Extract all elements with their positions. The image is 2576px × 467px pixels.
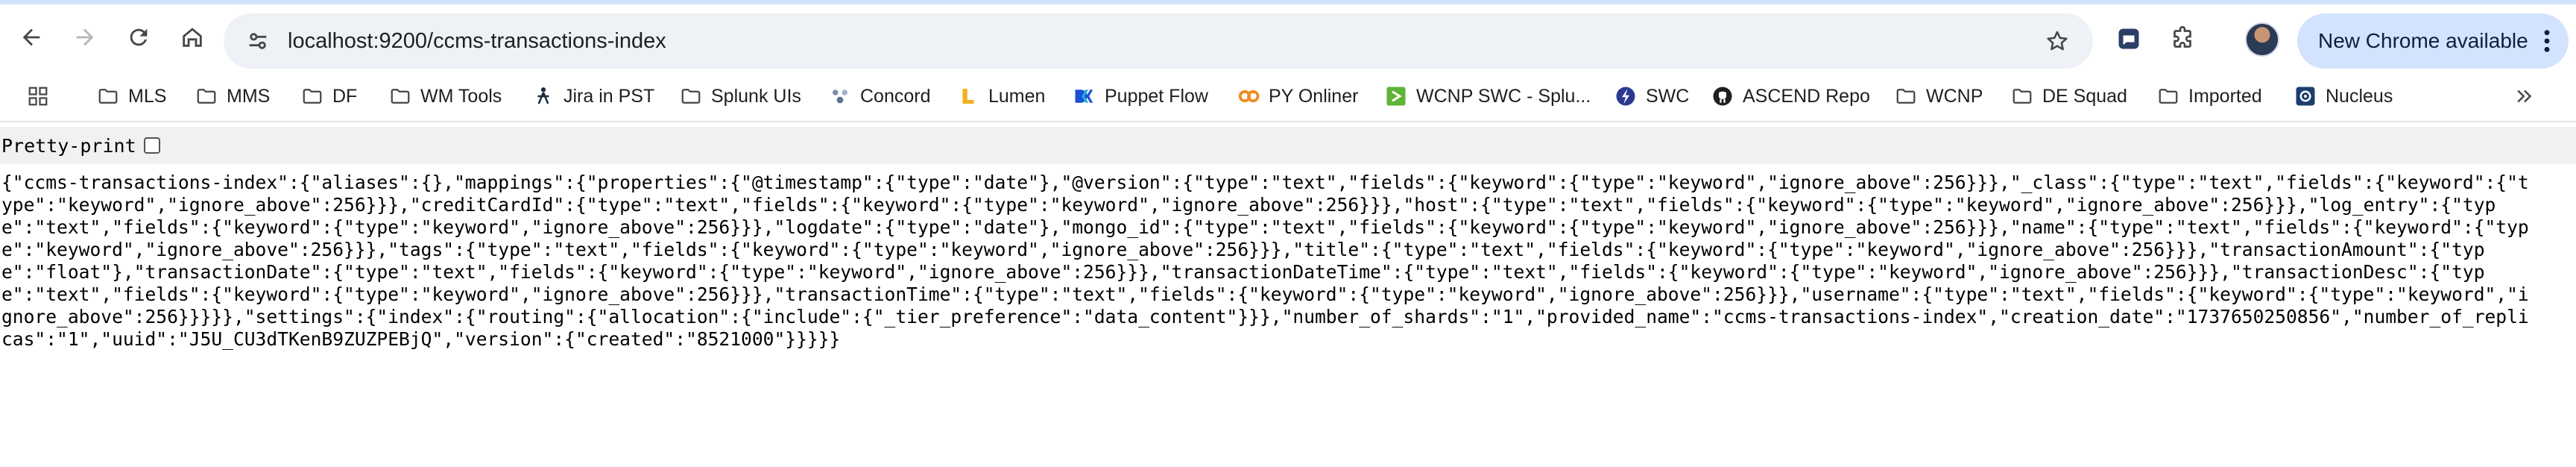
tune-icon bbox=[249, 33, 267, 49]
bookmark-item[interactable]: DF bbox=[301, 78, 357, 115]
pretty-print-bar: Pretty-print bbox=[0, 127, 2576, 164]
folder-icon bbox=[2011, 85, 2033, 107]
apps-grid-icon bbox=[27, 85, 49, 107]
reload-button[interactable] bbox=[118, 16, 160, 58]
folder-icon bbox=[97, 85, 119, 107]
co-icon bbox=[1237, 85, 1260, 107]
bookmark-item[interactable]: Puppet Flow bbox=[1073, 78, 1208, 115]
site-info-button[interactable] bbox=[239, 22, 277, 60]
bookmark-label: Concord bbox=[860, 85, 931, 107]
lumen-icon bbox=[957, 85, 979, 107]
extensions-menu-button[interactable] bbox=[2162, 18, 2203, 60]
jira-icon bbox=[532, 85, 555, 107]
bookmark-item[interactable]: PY Onliner bbox=[1237, 78, 1358, 115]
bookmark-label: SWC bbox=[1646, 85, 1690, 107]
bookmark-label: Jira in PST bbox=[564, 85, 655, 107]
bookmark-item[interactable]: SWC bbox=[1614, 78, 1689, 115]
double-chevron-right-icon bbox=[2517, 90, 2532, 103]
bookmark-label: Lumen bbox=[988, 85, 1046, 107]
bookmark-item[interactable]: WCNP SWC - Splu... bbox=[1385, 78, 1591, 115]
bookmark-label: WM Tools bbox=[420, 85, 502, 107]
bookmark-item[interactable]: Nucleus bbox=[2294, 78, 2393, 115]
bookmark-label: PY Onliner bbox=[1269, 85, 1359, 107]
back-arrow-icon bbox=[22, 28, 40, 46]
bookmark-item[interactable]: Imported bbox=[2157, 78, 2262, 115]
folder-icon bbox=[195, 85, 218, 107]
folder-icon bbox=[2157, 85, 2179, 107]
bookmark-label: WCNP bbox=[1926, 85, 1983, 107]
update-chrome-button[interactable]: New Chrome available bbox=[2297, 13, 2569, 69]
json-response-text: {"ccms-transactions-index":{"aliases":{}… bbox=[1, 172, 2529, 350]
apps-shortcut[interactable] bbox=[27, 78, 58, 115]
profile-avatar[interactable] bbox=[2245, 22, 2279, 57]
back-button[interactable] bbox=[10, 16, 52, 58]
nucleus-icon bbox=[2294, 85, 2317, 107]
bookmark-label: DF bbox=[332, 85, 358, 107]
folder-icon bbox=[301, 85, 323, 107]
chat-extension-icon bbox=[2118, 28, 2139, 49]
folder-icon bbox=[389, 85, 411, 107]
bookmark-label: DE Squad bbox=[2042, 85, 2127, 107]
bookmark-item[interactable]: MLS bbox=[97, 78, 166, 115]
concord-icon bbox=[829, 85, 851, 107]
bookmark-item[interactable]: WCNP bbox=[1895, 78, 1983, 115]
home-icon bbox=[183, 28, 202, 47]
pretty-print-checkbox[interactable] bbox=[143, 137, 160, 154]
bookmarks-bar: MLS MMS DF WM Tools Jira in PST Splunk U… bbox=[0, 72, 2576, 121]
dk-icon bbox=[1073, 85, 1096, 107]
bookmark-item[interactable]: MMS bbox=[195, 78, 270, 115]
star-icon bbox=[2047, 31, 2068, 51]
bookmark-item[interactable]: DE Squad bbox=[2011, 78, 2127, 115]
browser-toolbar: localhost:9200/ccms-transactions-index N… bbox=[0, 0, 2576, 72]
bookmark-item[interactable]: Concord bbox=[829, 78, 931, 115]
update-label: New Chrome available bbox=[2318, 29, 2528, 52]
url-text[interactable]: localhost:9200/ccms-transactions-index bbox=[288, 13, 666, 69]
puzzle-icon bbox=[2174, 25, 2191, 48]
github-icon bbox=[1711, 85, 1734, 107]
extension-button[interactable] bbox=[2108, 18, 2150, 60]
bookmark-label: Imported bbox=[2188, 85, 2262, 107]
bookmark-item[interactable]: Lumen bbox=[957, 78, 1045, 115]
bookmark-label: ASCEND Repo bbox=[1743, 85, 1870, 107]
folder-icon bbox=[1895, 85, 1917, 107]
bookmark-label: MMS bbox=[227, 85, 271, 107]
bookmark-star-button[interactable] bbox=[2038, 22, 2077, 60]
folder-icon bbox=[680, 85, 702, 107]
bookmark-label: Splunk UIs bbox=[711, 85, 801, 107]
swc-icon bbox=[1614, 85, 1637, 107]
bookmark-item[interactable]: Splunk UIs bbox=[680, 78, 801, 115]
bookmark-label: Puppet Flow bbox=[1105, 85, 1208, 107]
home-button[interactable] bbox=[171, 16, 213, 58]
bookmark-item[interactable]: Jira in PST bbox=[532, 78, 654, 115]
bookmark-item[interactable]: ASCEND Repo bbox=[1711, 78, 1870, 115]
forward-button[interactable] bbox=[64, 16, 106, 58]
reload-icon bbox=[130, 28, 148, 46]
pretty-print-label: Pretty-print bbox=[1, 134, 136, 157]
splunk-icon bbox=[1385, 85, 1407, 107]
address-bar[interactable]: localhost:9200/ccms-transactions-index bbox=[224, 13, 2093, 69]
page-content: Pretty-print {"ccms-transactions-index":… bbox=[0, 121, 2576, 467]
more-menu-icon[interactable] bbox=[2536, 25, 2558, 57]
bookmark-item[interactable]: WM Tools bbox=[389, 78, 502, 115]
bookmark-label: Nucleus bbox=[2326, 85, 2393, 107]
bookmark-label: MLS bbox=[128, 85, 167, 107]
bookmark-label: WCNP SWC - Splu... bbox=[1416, 85, 1591, 107]
forward-arrow-icon bbox=[76, 28, 94, 46]
bookmarks-overflow-button[interactable] bbox=[2507, 79, 2542, 113]
